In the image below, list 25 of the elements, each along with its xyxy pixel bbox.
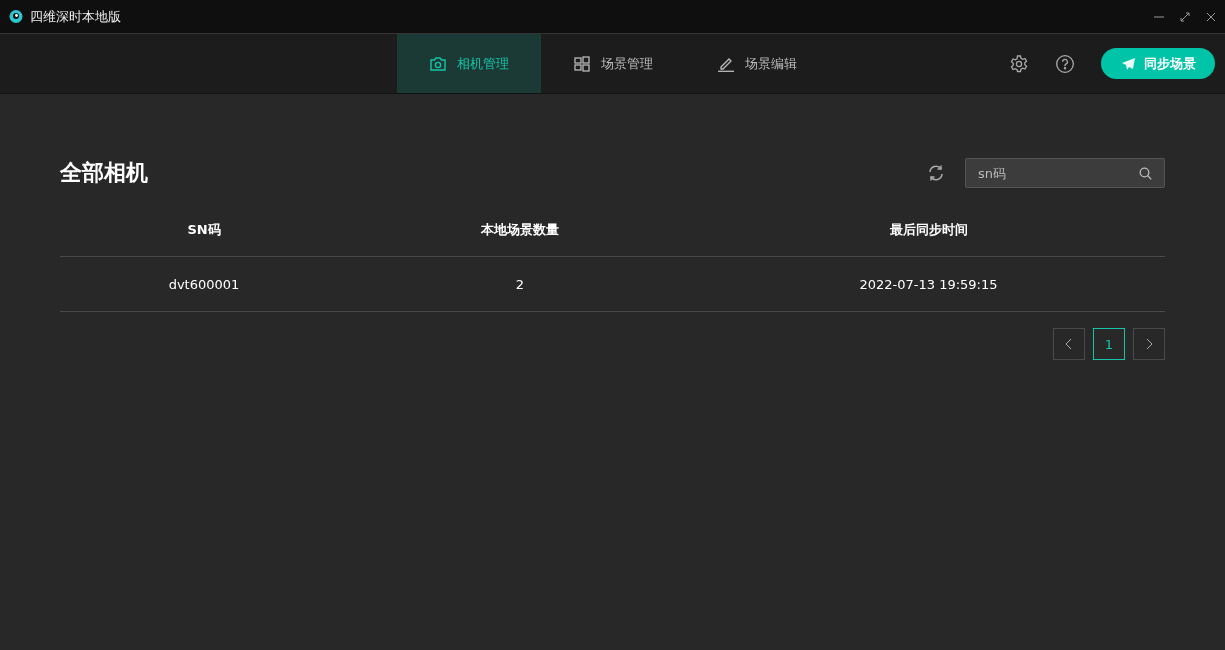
- nav-tab[interactable]: 相机管理: [397, 34, 541, 93]
- window-title: 四维深时本地版: [30, 7, 121, 26]
- app-logo-icon: [8, 8, 24, 25]
- page-heading: 全部相机: [60, 159, 148, 187]
- table-cell-text: 2022-07-13 19:59:15: [858, 275, 999, 294]
- search-icon: [1139, 167, 1152, 180]
- refresh-icon[interactable]: [927, 164, 945, 182]
- column-header: 本地场景数量: [480, 221, 560, 239]
- chevron-left-icon: [1065, 338, 1073, 350]
- nav-tab[interactable]: 场景编辑: [685, 34, 829, 93]
- search-field[interactable]: sn码: [965, 158, 1165, 188]
- paper-plane-icon: [1120, 56, 1136, 71]
- column-header: 最后同步时间: [888, 221, 969, 239]
- table-cell-text: dvt600001: [167, 275, 241, 294]
- maximize-icon[interactable]: [1179, 10, 1191, 23]
- close-icon[interactable]: [1205, 10, 1217, 23]
- column-header: SN码: [186, 221, 222, 239]
- settings-icon[interactable]: [1009, 53, 1029, 74]
- nav-tab[interactable]: 场景管理: [541, 34, 685, 93]
- help-icon[interactable]: [1055, 53, 1075, 74]
- table-cell-text: 2: [514, 275, 526, 294]
- grid-icon: [573, 55, 591, 72]
- camera-icon: [429, 55, 447, 72]
- chevron-right-icon: [1145, 338, 1153, 350]
- page-button[interactable]: 1: [1093, 328, 1125, 360]
